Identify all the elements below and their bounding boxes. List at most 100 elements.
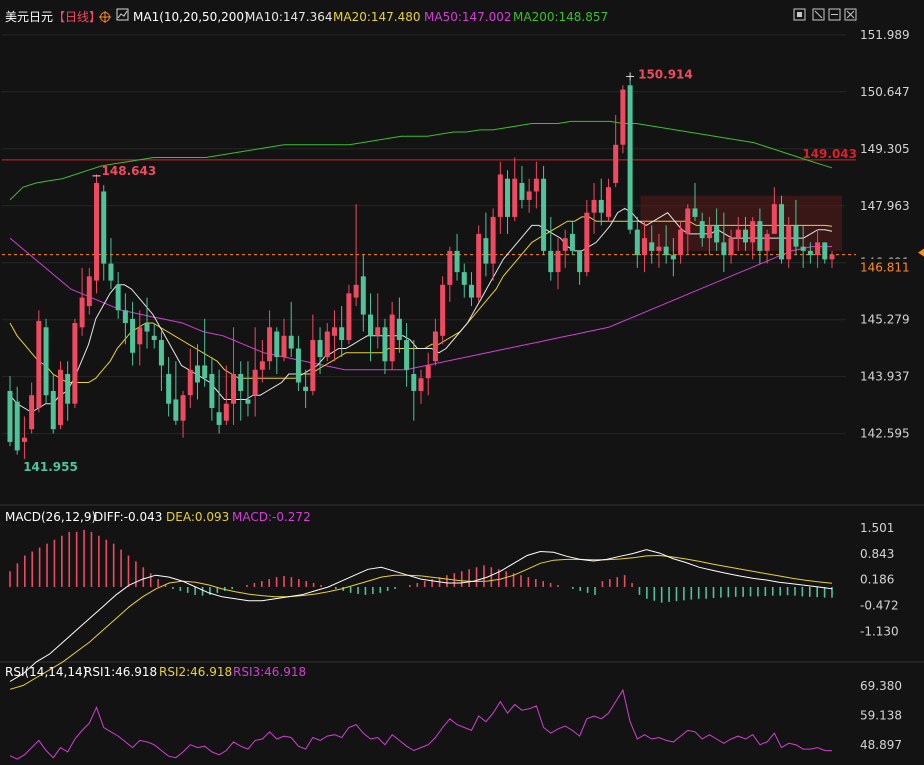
candle-body	[94, 182, 100, 281]
candle	[404, 323, 410, 387]
candle-body	[389, 314, 395, 362]
symbol-label: 美元日元	[5, 10, 53, 24]
candle-body	[786, 225, 792, 260]
candle	[158, 331, 164, 391]
candle-body	[180, 395, 186, 421]
candle	[43, 318, 49, 404]
candle	[490, 208, 496, 281]
candle-body	[115, 284, 121, 311]
macd-tick-label: -1.130	[860, 624, 899, 638]
candle-body	[36, 320, 42, 408]
candle	[476, 225, 482, 302]
candle-body	[173, 399, 179, 421]
candle-body	[202, 365, 208, 379]
candle	[591, 182, 597, 234]
candle-body	[151, 335, 157, 341]
rsi3-value: RSI3:46.918	[233, 665, 306, 679]
candle	[50, 373, 56, 434]
candle-body	[793, 225, 799, 247]
candle-body	[620, 89, 626, 145]
candle-body	[577, 250, 583, 273]
resistance-label: 149.043	[802, 147, 857, 161]
candle-body	[29, 395, 35, 430]
candle-body	[382, 327, 388, 362]
candle	[216, 369, 222, 434]
candle	[303, 369, 309, 408]
candle-body	[490, 216, 496, 264]
candle	[375, 293, 381, 349]
screenshot-icon[interactable]	[793, 8, 806, 21]
candle-body	[267, 327, 273, 362]
ma20-value: MA20:147.480	[333, 10, 421, 24]
candle-body	[43, 327, 49, 396]
candle-body	[800, 246, 806, 251]
candle-body	[714, 225, 720, 243]
candle	[79, 267, 85, 336]
candle	[115, 272, 121, 319]
candle-body	[764, 233, 770, 251]
macd-params: MACD(26,12,9)	[5, 510, 96, 524]
candle-body	[663, 246, 669, 256]
candle	[526, 178, 532, 213]
candle	[86, 267, 92, 315]
candlesticks	[7, 80, 835, 459]
candle	[555, 238, 561, 290]
candle-body	[368, 314, 374, 336]
fullscreen-icon[interactable]	[812, 8, 825, 21]
chart-canvas[interactable]: 美元日元 【日线】 MA1(10,20,50,200) MA10:147.364…	[0, 0, 924, 765]
candle-body	[541, 178, 547, 251]
candle	[101, 185, 107, 281]
candle-body	[483, 238, 489, 264]
period-label[interactable]: 【日线】	[53, 10, 101, 24]
left-high-label: 148.643	[102, 164, 157, 178]
candle	[108, 238, 114, 290]
candle-body	[303, 386, 309, 391]
candle	[194, 344, 200, 400]
candle	[548, 216, 554, 281]
candle	[238, 361, 244, 421]
candle-body	[685, 208, 691, 234]
candle	[72, 318, 78, 408]
candle	[634, 216, 640, 268]
candle-body	[50, 390, 56, 430]
candle	[209, 357, 215, 421]
candle-body	[187, 369, 193, 396]
candle-body	[166, 373, 172, 404]
candle-body	[57, 369, 63, 425]
price-tick-label: 151.989	[860, 28, 910, 42]
main-price-grid	[0, 34, 924, 663]
candle	[512, 157, 518, 222]
candle	[533, 161, 539, 209]
candle-body	[396, 318, 402, 341]
candle	[822, 242, 828, 264]
candle-body	[822, 242, 828, 260]
candle	[295, 335, 301, 391]
candle-body	[65, 373, 71, 404]
candle-body	[742, 229, 748, 243]
candle-body	[512, 178, 518, 217]
candle	[65, 361, 71, 421]
candle-body	[598, 199, 604, 213]
candle-body	[21, 437, 27, 442]
candle	[288, 301, 294, 358]
candle	[396, 297, 402, 353]
rsi-params: RSI(14,14,14)	[5, 665, 87, 679]
candle	[180, 390, 186, 438]
candle-body	[454, 250, 460, 273]
close-icon[interactable]	[844, 8, 857, 21]
candle-body	[757, 221, 763, 251]
ma10-value: MA10:147.364	[245, 10, 333, 24]
current-price-label: 146.811	[860, 261, 910, 275]
candle	[440, 276, 446, 345]
candle-body	[79, 297, 85, 328]
settings-icon[interactable]	[828, 8, 841, 21]
candle	[382, 318, 388, 374]
candle-body	[252, 369, 258, 396]
indicator-icon[interactable]	[116, 8, 129, 21]
candle-body	[346, 293, 352, 341]
current-price-arrow	[918, 248, 924, 257]
candle	[29, 382, 35, 434]
candle-body	[7, 390, 13, 442]
candle	[771, 187, 777, 234]
candle	[274, 327, 280, 374]
